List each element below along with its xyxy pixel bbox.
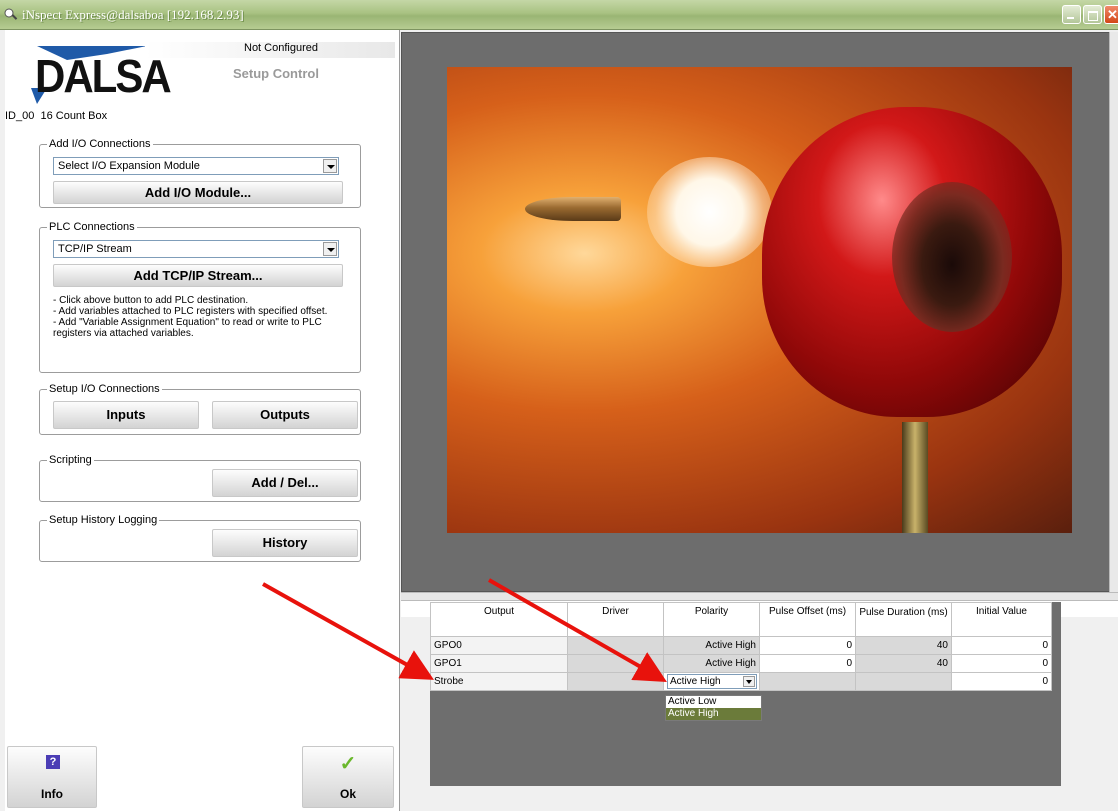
setup-io-group: Setup I/O Connections Inputs Outputs	[39, 383, 361, 435]
ok-button[interactable]: ✓ Ok	[302, 746, 394, 808]
add-tcpip-stream-button[interactable]: Add TCP/IP Stream...	[53, 264, 343, 287]
chevron-down-icon[interactable]	[323, 159, 337, 173]
camera-image	[447, 67, 1072, 533]
initial-value-cell[interactable]: 0	[951, 672, 1052, 691]
checkmark-icon: ✓	[339, 753, 357, 775]
plc-note-2: - Add variables attached to PLC register…	[53, 306, 328, 317]
job-id: ID_00 16 Count Box	[5, 110, 108, 122]
info-label: Info	[41, 787, 63, 801]
history-button[interactable]: History	[212, 529, 358, 557]
option-active-low[interactable]: Active Low	[666, 696, 761, 708]
driver-cell[interactable]	[567, 672, 664, 691]
polarity-cell[interactable]: Active High	[663, 672, 760, 691]
add-del-script-button[interactable]: Add / Del...	[212, 469, 358, 497]
maximize-button[interactable]	[1083, 5, 1102, 24]
pulse-offset-cell[interactable]: 0	[759, 654, 856, 673]
bullet-shape	[525, 197, 621, 221]
minimize-button[interactable]	[1062, 5, 1081, 24]
output-table-area: Output Driver Polarity Pulse Offset (ms)…	[430, 602, 1061, 786]
scripting-group: Scripting Add / Del...	[39, 454, 361, 502]
minimize-icon	[1067, 17, 1074, 19]
polarity-cell[interactable]: Active High	[663, 654, 760, 673]
support-rod	[902, 422, 928, 533]
output-cell[interactable]: GPO0	[430, 636, 568, 655]
plc-group: PLC Connections TCP/IP Stream Add TCP/IP…	[39, 221, 361, 373]
add-io-module-button[interactable]: Add I/O Module...	[53, 181, 343, 204]
polarity-select-value: Active High	[670, 676, 721, 687]
pulse-offset-cell[interactable]: 0	[759, 636, 856, 655]
plc-note-1: - Click above button to add PLC destinat…	[53, 295, 249, 306]
pulse-duration-cell[interactable]	[855, 672, 952, 691]
info-button[interactable]: ? Info	[7, 746, 97, 808]
ok-label: Ok	[339, 787, 356, 801]
table-row[interactable]: Strobe Active High 0	[430, 672, 1052, 691]
plc-group-label: PLC Connections	[47, 221, 137, 233]
close-button[interactable]: ✕	[1104, 5, 1118, 24]
initial-value-cell[interactable]: 0	[951, 636, 1052, 655]
impact-flash	[647, 157, 772, 267]
driver-cell[interactable]	[567, 654, 664, 673]
column-header-driver[interactable]: Driver	[567, 602, 664, 637]
history-group-label: Setup History Logging	[47, 514, 160, 526]
pulse-offset-cell[interactable]	[759, 672, 856, 691]
dalsa-logo: DALSA	[27, 44, 172, 104]
column-header-output[interactable]: Output	[430, 602, 568, 637]
output-cell[interactable]: GPO1	[430, 654, 568, 673]
table-header-row: Output Driver Polarity Pulse Offset (ms)…	[430, 602, 1052, 637]
inputs-button[interactable]: Inputs	[53, 401, 199, 429]
title-bar[interactable]: iNspect Express@dalsaboa [192.168.2.93] …	[0, 0, 1118, 30]
polarity-select[interactable]: Active High	[667, 674, 757, 689]
chevron-down-icon[interactable]	[743, 676, 755, 687]
plc-select-value: TCP/IP Stream	[58, 243, 132, 255]
option-active-high[interactable]: Active High	[666, 708, 761, 720]
window-title: iNspect Express@dalsaboa [192.168.2.93]	[22, 7, 244, 22]
setup-io-group-label: Setup I/O Connections	[47, 383, 162, 395]
image-and-output-panel: + + ■ – – Output Driver Polarity Pulse O…	[401, 30, 1118, 811]
setup-control-panel: DALSA Not Configured Setup Control ID_00…	[5, 30, 400, 811]
add-io-group: Add I/O Connections Select I/O Expansion…	[39, 138, 361, 208]
output-cell[interactable]: Strobe	[430, 672, 568, 691]
history-group: Setup History Logging History	[39, 514, 361, 562]
column-header-initial-value[interactable]: Initial Value	[951, 602, 1052, 637]
table-row[interactable]: GPO1 Active High 0 40 0	[430, 654, 1052, 673]
exit-wound	[892, 182, 1012, 332]
help-icon: ?	[46, 755, 60, 769]
setup-control-label: Setup Control	[233, 66, 319, 81]
vertical-scrollbar[interactable]	[1109, 32, 1118, 592]
close-icon: ✕	[1107, 7, 1118, 22]
polarity-dropdown-list[interactable]: Active Low Active High	[665, 695, 762, 721]
initial-value-cell[interactable]: 0	[951, 654, 1052, 673]
output-table: Output Driver Polarity Pulse Offset (ms)…	[430, 602, 1052, 691]
plc-select[interactable]: TCP/IP Stream	[53, 240, 339, 258]
add-io-group-label: Add I/O Connections	[47, 138, 153, 150]
pulse-duration-cell[interactable]: 40	[855, 636, 952, 655]
image-viewer[interactable]	[401, 32, 1111, 592]
pulse-duration-cell[interactable]: 40	[855, 654, 952, 673]
outputs-button[interactable]: Outputs	[212, 401, 358, 429]
arrow-glyph	[746, 680, 752, 684]
driver-cell[interactable]	[567, 636, 664, 655]
app-icon	[4, 8, 18, 20]
column-header-pulse-duration[interactable]: Pulse Duration (ms)	[855, 602, 952, 637]
horizontal-scrollbar[interactable]	[401, 592, 1118, 600]
plc-note-4: registers via attached variables.	[53, 328, 194, 339]
restore-icon	[1088, 11, 1098, 21]
chevron-down-icon[interactable]	[323, 242, 337, 256]
config-status: Not Configured	[244, 42, 318, 54]
io-module-select[interactable]: Select I/O Expansion Module	[53, 157, 339, 175]
column-header-polarity[interactable]: Polarity	[663, 602, 760, 637]
table-row[interactable]: GPO0 Active High 0 40 0	[430, 636, 1052, 655]
plc-note-3: - Add "Variable Assignment Equation" to …	[53, 317, 322, 328]
polarity-cell[interactable]: Active High	[663, 636, 760, 655]
scripting-group-label: Scripting	[47, 454, 94, 466]
column-header-pulse-offset[interactable]: Pulse Offset (ms)	[759, 602, 856, 637]
io-module-select-value: Select I/O Expansion Module	[58, 160, 200, 172]
